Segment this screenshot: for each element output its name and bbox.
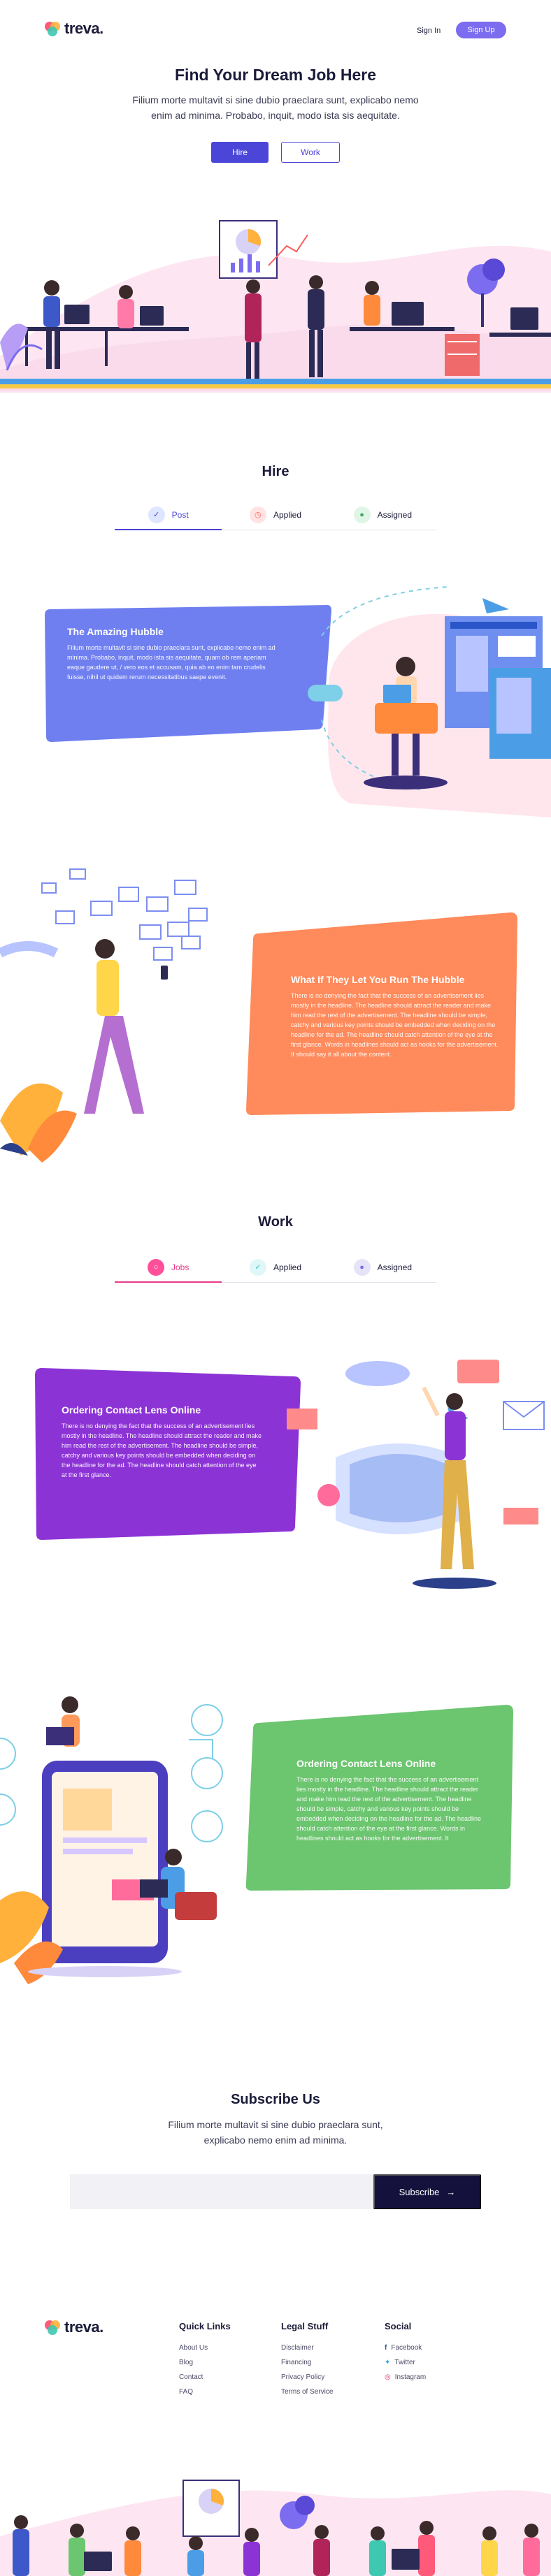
footer-social: Social f Facebook ✦ Twitter ◎ Instagram bbox=[385, 2321, 426, 2388]
circle-icon: ○ bbox=[147, 1258, 164, 1276]
email-input[interactable] bbox=[70, 2174, 373, 2209]
social-label: Twitter bbox=[394, 2359, 415, 2366]
card-text: There is no denying the fact that the su… bbox=[296, 1776, 482, 1842]
tab-assigned[interactable]: ● Assigned bbox=[329, 500, 436, 530]
feature-card-contact-lens-2: Ordering Contact Lens Online There is no… bbox=[245, 1705, 515, 1891]
card-title: Ordering Contact Lens Online bbox=[296, 1758, 436, 1769]
card-title: The Amazing Hubble bbox=[67, 626, 164, 637]
card-text: There is no denying the fact that the su… bbox=[291, 992, 499, 1058]
footer-column-title: Legal Stuff bbox=[281, 2321, 329, 2331]
instagram-icon: ◎ bbox=[385, 2373, 391, 2381]
tab-label: Post bbox=[171, 509, 189, 520]
email-marketing-illustration bbox=[0, 855, 238, 1163]
active-tab-indicator bbox=[115, 1281, 222, 1283]
feature-card-amazing-hubble: The Amazing Hubble Filium morte multavit… bbox=[45, 605, 331, 742]
sign-in-link[interactable]: Sign In bbox=[417, 27, 441, 35]
footer-link-about[interactable]: About Us bbox=[179, 2344, 231, 2352]
footer-quick-links: Quick Links About Us Blog Contact FAQ bbox=[179, 2321, 231, 2403]
social-label: Facebook bbox=[391, 2344, 422, 2352]
check-icon: ✓ bbox=[249, 1258, 266, 1276]
card-title: What If They Let You Run The Hubble bbox=[291, 974, 465, 985]
tab-label: Assigned bbox=[377, 1262, 412, 1272]
sign-up-button[interactable]: Sign Up bbox=[456, 22, 506, 38]
logo-icon bbox=[45, 2320, 60, 2335]
work-button[interactable]: Work bbox=[281, 142, 340, 163]
arrow-right-icon: → bbox=[446, 2186, 456, 2197]
work-section-title: Work bbox=[258, 1214, 293, 1230]
tab-applied[interactable]: ✓ Applied bbox=[222, 1252, 329, 1282]
active-tab-indicator bbox=[115, 529, 222, 530]
tab-label: Applied bbox=[273, 509, 301, 520]
feature-card-contact-lens: Ordering Contact Lens Online There is no… bbox=[35, 1368, 301, 1540]
footer-link-terms[interactable]: Terms of Service bbox=[281, 2388, 333, 2396]
clock-icon: ◷ bbox=[249, 506, 266, 523]
brand-name: treva. bbox=[64, 2318, 103, 2336]
footer-link-faq[interactable]: FAQ bbox=[179, 2388, 231, 2396]
facebook-icon: f bbox=[385, 2344, 387, 2352]
footer-legal: Legal Stuff Disclaimer Financing Privacy… bbox=[281, 2321, 333, 2403]
tab-assigned[interactable]: ● Assigned bbox=[329, 1252, 436, 1282]
footer-link-facebook[interactable]: f Facebook bbox=[385, 2344, 426, 2352]
footer-link-instagram[interactable]: ◎ Instagram bbox=[385, 2373, 426, 2381]
user-icon: ● bbox=[353, 1258, 371, 1276]
check-icon: ✓ bbox=[148, 506, 165, 523]
user-icon: ● bbox=[353, 506, 371, 523]
hero-title: Find Your Dream Job Here bbox=[175, 66, 376, 84]
hiring-illustration bbox=[308, 580, 551, 817]
card-title: Ordering Contact Lens Online bbox=[62, 1404, 201, 1416]
footer-link-disclaimer[interactable]: Disclaimer bbox=[281, 2344, 333, 2352]
footer-link-twitter[interactable]: ✦ Twitter bbox=[385, 2359, 426, 2366]
tab-applied[interactable]: ◷ Applied bbox=[222, 500, 329, 530]
hire-button[interactable]: Hire bbox=[211, 142, 269, 163]
card-text: There is no denying the fact that the su… bbox=[62, 1422, 262, 1478]
tab-jobs[interactable]: ○ Jobs bbox=[115, 1252, 222, 1283]
card-text: Filium morte multavit si sine dubio prae… bbox=[67, 644, 276, 681]
footer-link-blog[interactable]: Blog bbox=[179, 2359, 231, 2366]
footer-column-title: Quick Links bbox=[179, 2321, 231, 2331]
subscribe-button[interactable]: Subscribe → bbox=[373, 2174, 481, 2209]
work-tabs: ○ Jobs ✓ Applied ● Assigned bbox=[115, 1252, 436, 1283]
footer-column-title: Social bbox=[385, 2321, 412, 2331]
hero-illustration bbox=[0, 210, 551, 398]
logo-icon bbox=[45, 22, 60, 36]
subscribe-button-label: Subscribe bbox=[399, 2186, 440, 2197]
mobile-app-illustration bbox=[0, 1670, 238, 1984]
tab-label: Jobs bbox=[171, 1262, 189, 1272]
hero-subtitle: Filium morte multavit si sine dubio prae… bbox=[132, 94, 419, 121]
footer-illustration bbox=[0, 2466, 551, 2576]
feature-card-run-the-hubble: What If They Let You Run The Hubble Ther… bbox=[245, 912, 517, 1115]
tab-label: Assigned bbox=[377, 509, 412, 520]
tab-post[interactable]: ✓ Post bbox=[115, 500, 222, 530]
brand-name: treva. bbox=[64, 20, 103, 37]
tab-label: Applied bbox=[273, 1262, 301, 1272]
footer-link-privacy[interactable]: Privacy Policy bbox=[281, 2373, 333, 2381]
brand-logo[interactable]: treva. bbox=[43, 20, 103, 38]
social-label: Instagram bbox=[394, 2373, 427, 2381]
footer-link-financing[interactable]: Financing bbox=[281, 2359, 333, 2366]
footer-link-contact[interactable]: Contact bbox=[179, 2373, 231, 2381]
analytics-illustration bbox=[287, 1353, 551, 1604]
hire-section-title: Hire bbox=[262, 464, 289, 479]
hire-tabs: ✓ Post ◷ Applied ● Assigned bbox=[115, 500, 436, 530]
subscribe-text: Filium morte multavit si sine dubio prae… bbox=[168, 2119, 383, 2146]
footer-brand-logo[interactable]: treva. bbox=[43, 2318, 103, 2336]
subscribe-title: Subscribe Us bbox=[231, 2092, 320, 2107]
landing-page: treva. Sign In Sign Up Find Your Dream J… bbox=[0, 0, 551, 2576]
twitter-icon: ✦ bbox=[385, 2359, 391, 2366]
